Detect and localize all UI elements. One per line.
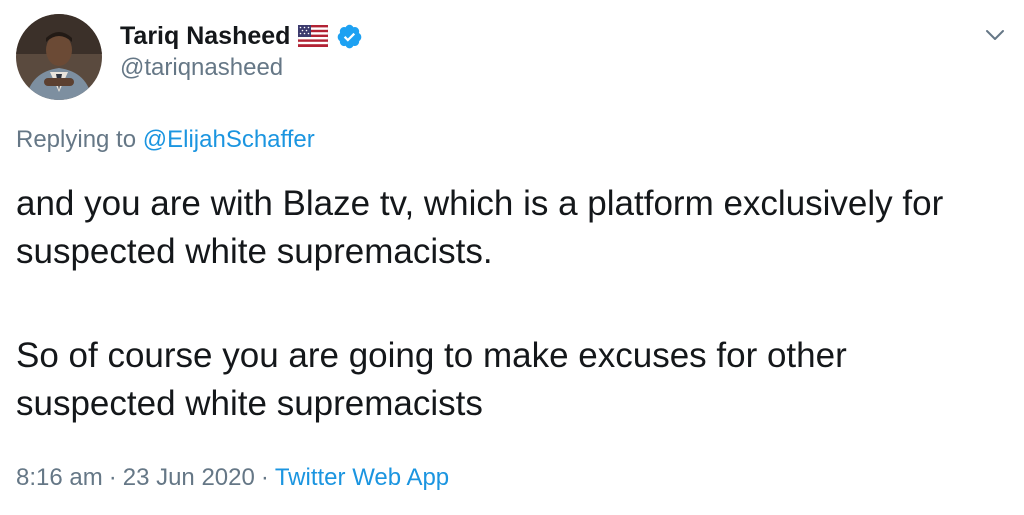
reply-mention-link[interactable]: @ElijahSchaffer — [143, 126, 315, 153]
verified-badge-icon — [336, 23, 363, 50]
chevron-down-icon[interactable] — [980, 20, 1010, 50]
tweet-text: and you are with Blaze tv, which is a pl… — [16, 180, 1006, 428]
tweet-date[interactable]: 23 Jun 2020 — [123, 464, 255, 492]
tweet-card: Tariq Nasheed @tariqnasheed Replying to … — [0, 0, 1024, 515]
tweet-time[interactable]: 8:16 am — [16, 464, 103, 492]
replying-to-line: Replying to @ElijahSchaffer — [16, 126, 315, 154]
tweet-metadata: 8:16 am · 23 Jun 2020 · Twitter Web App — [16, 464, 449, 492]
tweet-paragraph: So of course you are going to make excus… — [16, 336, 847, 423]
author-handle[interactable]: @tariqnasheed — [120, 54, 283, 82]
tweet-paragraph: and you are with Blaze tv, which is a pl… — [16, 184, 944, 271]
author-name-row: Tariq Nasheed — [120, 18, 363, 54]
display-name[interactable]: Tariq Nasheed — [120, 22, 290, 51]
avatar[interactable] — [16, 14, 102, 100]
meta-separator: · — [108, 464, 117, 491]
replying-to-label: Replying to — [16, 126, 137, 153]
us-flag-icon — [298, 24, 329, 48]
meta-separator: · — [260, 464, 269, 491]
avatar-photo-icon — [16, 14, 102, 100]
tweet-source-link[interactable]: Twitter Web App — [275, 464, 449, 492]
